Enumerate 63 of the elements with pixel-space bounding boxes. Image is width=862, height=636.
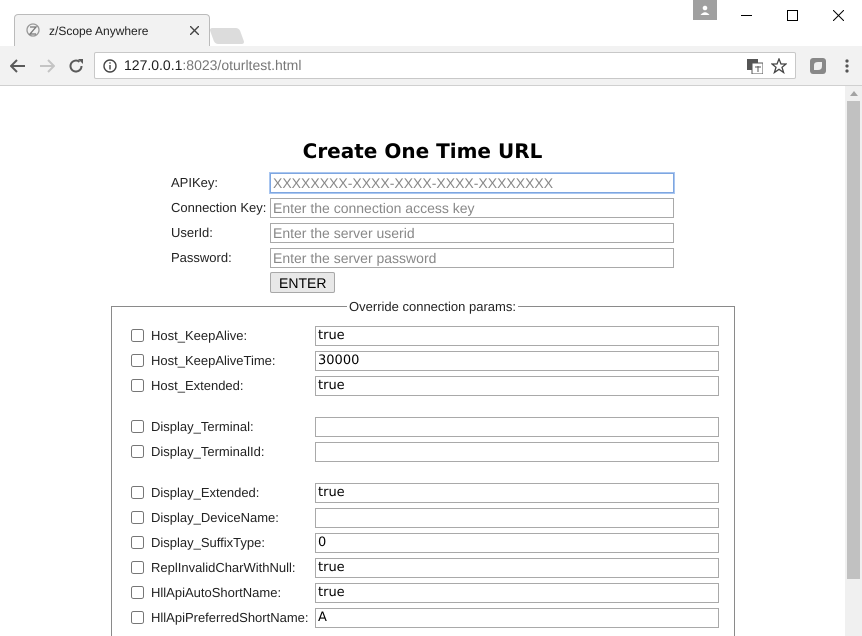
scrollbar-thumb[interactable]	[847, 101, 860, 579]
site-logo-icon	[25, 22, 41, 38]
checkbox[interactable]	[131, 611, 144, 624]
checkbox[interactable]	[131, 420, 144, 433]
param-label: ReplInvalidCharWithNull:	[151, 558, 296, 577]
tab-title: z/Scope Anywhere	[49, 22, 150, 40]
address-bar[interactable]: 127.0.0.1:8023/oturltest.html	[94, 52, 796, 79]
checkbox[interactable]	[131, 379, 144, 392]
minimize-icon[interactable]	[741, 15, 752, 17]
input-field[interactable]	[315, 508, 719, 528]
input-field[interactable]: Enter the connection access key	[270, 198, 674, 218]
maximize-icon[interactable]	[787, 10, 798, 21]
profile-icon[interactable]	[693, 0, 717, 20]
star-icon[interactable]	[771, 58, 787, 74]
page-title: Create One Time URL	[302, 139, 544, 163]
menu-icon[interactable]	[845, 58, 849, 72]
input-field[interactable]: A	[315, 608, 719, 628]
param-label: HllApiAutoShortName:	[151, 584, 282, 602]
input-field[interactable]: true	[315, 482, 719, 502]
input-field[interactable]: 30000	[315, 350, 719, 370]
param-label: Display_Terminal:	[151, 418, 255, 436]
param-label: Display_TerminalId:	[151, 442, 266, 461]
param-label: Host_KeepAliveTime:	[151, 352, 277, 370]
param-label: Host_Extended:	[151, 376, 245, 395]
input-field[interactable]	[315, 416, 719, 436]
input-field[interactable]	[315, 442, 719, 462]
url-text: 127.0.0.1:8023/oturltest.html	[124, 56, 302, 75]
translate-icon[interactable]	[747, 58, 763, 74]
field-label: APIKey:	[171, 174, 219, 192]
reload-icon[interactable]	[68, 58, 84, 74]
field-label: UserId:	[171, 224, 214, 242]
checkbox[interactable]	[131, 329, 144, 342]
checkbox[interactable]	[131, 586, 144, 599]
info-icon	[103, 58, 117, 72]
input-field[interactable]: 0	[315, 532, 719, 552]
checkbox[interactable]	[131, 486, 144, 499]
param-label: HllApiPreferredShortName:	[151, 608, 310, 627]
extension-icon[interactable]	[810, 58, 826, 74]
input-field[interactable]: true	[315, 558, 719, 578]
input-field[interactable]: Enter the server userid	[270, 223, 674, 243]
param-label: Display_DeviceName:	[151, 508, 280, 527]
input-field[interactable]: XXXXXXXX-XXXX-XXXX-XXXX-XXXXXXXX	[270, 173, 674, 193]
back-icon[interactable]	[10, 58, 26, 72]
checkbox[interactable]	[131, 561, 144, 574]
input-field[interactable]: true	[315, 326, 719, 346]
input-field[interactable]: true	[315, 582, 719, 602]
checkbox[interactable]	[131, 445, 144, 458]
browser-tab[interactable]: z/Scope Anywhere	[14, 14, 210, 46]
panel-legend: Override connection params:	[347, 297, 518, 316]
scrollbar[interactable]	[845, 86, 862, 636]
input-field[interactable]: true	[315, 376, 719, 396]
checkbox[interactable]	[131, 354, 144, 367]
input-field[interactable]: Enter the server password	[270, 248, 674, 268]
close-tab-icon[interactable]	[190, 26, 199, 35]
param-label: Host_KeepAlive:	[151, 326, 248, 345]
param-label: Display_SuffixType:	[151, 534, 266, 552]
checkbox[interactable]	[131, 511, 144, 524]
field-label: Connection Key:	[171, 199, 268, 218]
close-icon[interactable]	[833, 10, 844, 21]
enter-button[interactable]: ENTER	[270, 272, 336, 293]
checkbox[interactable]	[131, 536, 144, 549]
param-label: Display_Extended:	[151, 484, 260, 502]
field-label: Password:	[171, 249, 233, 268]
